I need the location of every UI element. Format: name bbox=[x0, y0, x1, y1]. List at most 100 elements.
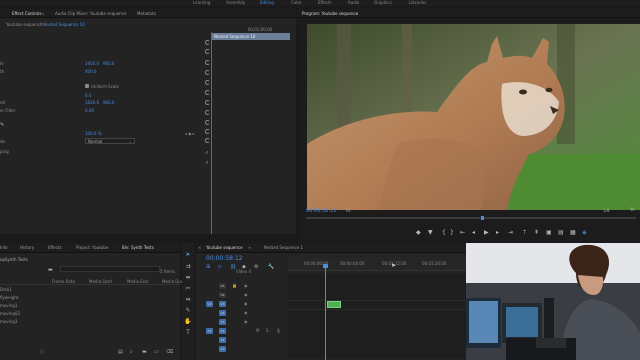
scale-value[interactable]: 400.0 bbox=[85, 69, 96, 74]
track-target[interactable]: A3 bbox=[219, 346, 226, 352]
track-target[interactable]: A2 bbox=[219, 337, 226, 343]
go-to-out-icon[interactable]: } bbox=[450, 229, 454, 236]
tab-project[interactable]: Project: Youtube bbox=[76, 245, 108, 250]
snap-icon[interactable]: ∩ bbox=[218, 264, 222, 270]
tab-bin[interactable]: Bin: Synth Tests bbox=[122, 245, 154, 250]
reset-icon[interactable] bbox=[205, 120, 210, 125]
workspace-learning[interactable]: Learning bbox=[193, 0, 210, 5]
razor-icon[interactable]: ✂ bbox=[184, 285, 192, 292]
play-icon[interactable]: ▶ bbox=[484, 229, 489, 236]
tab-menu-icon[interactable]: ≡ bbox=[355, 11, 358, 16]
step-forward-icon[interactable]: ▸ bbox=[496, 229, 499, 236]
tab-info[interactable]: Info bbox=[0, 245, 8, 250]
eye-icon[interactable]: ◉ bbox=[244, 319, 248, 324]
tab-metadata[interactable]: Metadata bbox=[137, 11, 156, 16]
timeline-timecode[interactable]: 00:00:58:12 bbox=[206, 255, 243, 262]
lock-icon[interactable]: 🔒 bbox=[232, 283, 237, 288]
extract-icon[interactable]: ⇞ bbox=[534, 229, 539, 236]
nest-icon[interactable]: ⊞ bbox=[206, 264, 210, 270]
wrench-icon[interactable]: ⚒ bbox=[630, 207, 634, 213]
lift-icon[interactable]: ⇡ bbox=[522, 229, 527, 236]
tab-menu-icon[interactable]: ≡ bbox=[41, 11, 44, 16]
reset-icon[interactable] bbox=[205, 110, 210, 115]
eye-icon[interactable]: ◉ bbox=[244, 292, 248, 297]
comparison-icon[interactable]: ▤ bbox=[558, 229, 564, 236]
folder-icon[interactable]: ▬ bbox=[48, 267, 53, 273]
go-to-start-icon[interactable]: ⇤ bbox=[460, 229, 465, 236]
reset-icon[interactable] bbox=[205, 60, 210, 65]
tab-program[interactable]: Program: Youtube sequence bbox=[302, 11, 358, 16]
uniform-scale-checkbox[interactable] bbox=[85, 84, 89, 88]
wrench-icon[interactable]: 🔧 bbox=[268, 264, 274, 270]
reset-icon[interactable]: ↺ bbox=[205, 150, 208, 155]
program-playhead[interactable] bbox=[481, 216, 484, 220]
eye-icon[interactable]: ◉ bbox=[244, 301, 248, 306]
mark-in-icon[interactable]: ◆ bbox=[416, 229, 421, 236]
reset-icon[interactable] bbox=[205, 90, 210, 95]
program-timecode[interactable]: 00:00:58:12 bbox=[306, 208, 337, 214]
mute-icon[interactable]: M bbox=[256, 328, 259, 333]
pen-tool-icon[interactable]: ✎ bbox=[184, 307, 192, 314]
timeline-ruler[interactable]: 00:00:00:00 00:00:04:00 00:01:12:00 00:0… bbox=[288, 257, 466, 271]
position-x-value[interactable]: 1920.0 bbox=[85, 61, 99, 66]
go-to-end-icon[interactable]: ⇥ bbox=[508, 229, 513, 236]
workspace-effects[interactable]: Effects bbox=[318, 0, 332, 5]
mark-out-icon[interactable]: ▼ bbox=[428, 229, 433, 236]
track-area[interactable] bbox=[288, 273, 466, 359]
flicker-value[interactable]: 0.00 bbox=[85, 108, 94, 113]
anchor-y-value[interactable]: 960.0 bbox=[103, 100, 114, 105]
eye-icon[interactable]: ◉ bbox=[244, 283, 248, 288]
trash-icon[interactable]: ⌫ bbox=[166, 349, 173, 355]
mic-icon[interactable]: 🎙 bbox=[276, 328, 281, 333]
col-media-start[interactable]: Media Start bbox=[89, 279, 112, 284]
col-media-end[interactable]: Media End bbox=[127, 279, 148, 284]
source-patch-v1[interactable]: V1 bbox=[206, 301, 213, 307]
reset-icon[interactable] bbox=[205, 70, 210, 75]
reset-icon[interactable] bbox=[205, 49, 210, 54]
breadcrumb-sequence[interactable]: Youtube sequence bbox=[6, 22, 43, 27]
quality-select[interactable]: 1/8 bbox=[603, 208, 609, 213]
hand-icon[interactable]: ✋ bbox=[184, 318, 192, 325]
list-item[interactable]: moving3 bbox=[0, 319, 17, 324]
bin-icon[interactable]: ▤ bbox=[118, 349, 123, 355]
tab-effect-controls[interactable]: Effect Controls bbox=[12, 11, 41, 16]
new-bin-icon[interactable]: ▬ bbox=[142, 349, 147, 355]
solo-icon[interactable]: S bbox=[266, 328, 269, 333]
camera-icon[interactable]: ▣ bbox=[546, 229, 552, 236]
reset-icon[interactable] bbox=[205, 40, 210, 45]
playhead-handle[interactable] bbox=[323, 264, 328, 268]
fit-select[interactable]: Fit bbox=[346, 208, 351, 213]
workspace-audio[interactable]: Audio bbox=[348, 0, 359, 5]
close-icon[interactable]: × bbox=[198, 245, 201, 250]
pen-icon[interactable]: ✎ bbox=[0, 122, 4, 128]
list-item[interactable]: moving1 bbox=[0, 303, 17, 308]
list-item[interactable]: flyweight bbox=[0, 295, 18, 300]
step-back-icon[interactable]: ◂ bbox=[472, 229, 475, 236]
new-item-icon[interactable]: ▭ bbox=[154, 349, 159, 355]
track-target[interactable]: V3 bbox=[219, 301, 226, 307]
zoom-slider-icon[interactable]: ○ bbox=[40, 349, 44, 355]
track-target[interactable]: V2 bbox=[219, 310, 226, 316]
reset-icon[interactable] bbox=[205, 80, 210, 85]
program-video-frame[interactable] bbox=[307, 24, 640, 210]
reset-icon[interactable] bbox=[205, 100, 210, 105]
opacity-value[interactable]: 100.0 % bbox=[85, 131, 102, 136]
vr-video-icon[interactable]: ◈ bbox=[582, 229, 587, 236]
breadcrumb-clip[interactable]: * Nested Sequence 10 bbox=[40, 22, 85, 27]
rotation-value[interactable]: 0.0 bbox=[85, 93, 91, 98]
track-target[interactable]: A1 bbox=[219, 328, 226, 334]
reset-icon[interactable]: ↺ bbox=[205, 160, 208, 165]
list-item[interactable]: moving02 bbox=[0, 311, 20, 316]
position-y-value[interactable]: 960.0 bbox=[103, 61, 114, 66]
ec-clip-bar[interactable]: Nested Sequence 10 bbox=[212, 33, 290, 40]
search-icon[interactable]: ⌕ bbox=[130, 349, 133, 355]
ripple-edit-icon[interactable]: ⇼ bbox=[184, 274, 192, 281]
eye-icon[interactable]: ◉ bbox=[244, 310, 248, 315]
workspace-editing[interactable]: Editing bbox=[260, 0, 274, 5]
go-to-in-icon[interactable]: { bbox=[442, 229, 446, 236]
workspace-assembly[interactable]: Assembly bbox=[226, 0, 245, 5]
keyframe-nav-icon[interactable]: ◂ ◆ ▸ bbox=[185, 131, 195, 136]
col-frame-rate[interactable]: Frame Rate bbox=[52, 279, 75, 284]
tab-menu-icon[interactable]: ≡ bbox=[248, 245, 251, 250]
track-select-icon[interactable]: ⇉ bbox=[184, 263, 192, 270]
